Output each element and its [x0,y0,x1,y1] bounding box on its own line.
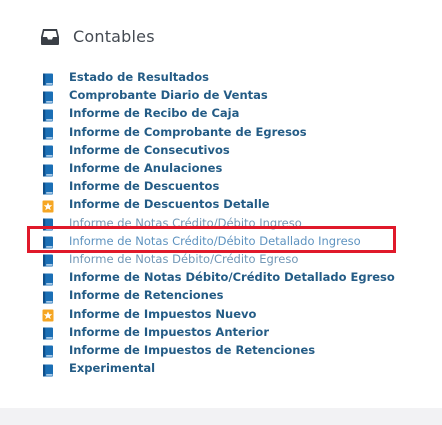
contables-panel: Contables Estado de Resultados Comproban… [0,0,442,408]
report-item[interactable]: Comprobante Diario de Ventas [42,86,395,104]
report-link[interactable]: Informe de Notas Débito/Crédito Egreso [69,252,298,266]
report-item[interactable]: Informe de Recibo de Caja [42,104,395,122]
book-icon [42,343,54,358]
report-link[interactable]: Informe de Impuestos Anterior [69,325,269,339]
report-link[interactable]: Experimental [69,361,155,375]
section-header: Contables [40,27,155,46]
footer-band [0,408,442,425]
report-item-highlighted[interactable]: Informe de Notas Crédito/Débito Detallad… [42,232,395,250]
report-item[interactable]: Informe de Impuestos Anterior [42,323,395,341]
star-icon [42,198,54,213]
report-item[interactable]: Informe de Impuestos de Retenciones [42,341,395,359]
book-icon [42,107,54,122]
report-link[interactable]: Informe de Impuestos de Retenciones [69,343,315,357]
book-icon [42,143,54,158]
book-icon [42,362,54,377]
book-icon [42,180,54,195]
report-item[interactable]: Experimental [42,359,395,377]
book-icon [42,252,54,267]
report-link[interactable]: Informe de Retenciones [69,288,224,302]
report-item[interactable]: Informe de Consecutivos [42,141,395,159]
report-list: Estado de Resultados Comprobante Diario … [42,68,395,377]
book-icon [42,125,54,140]
report-item[interactable]: Informe de Notas Crédito/Débito Ingreso [42,214,395,232]
report-link[interactable]: Informe de Impuestos Nuevo [69,307,256,321]
report-item[interactable]: Estado de Resultados [42,68,395,86]
report-link[interactable]: Informe de Anulaciones [69,161,222,175]
report-item[interactable]: Informe de Descuentos [42,177,395,195]
book-icon [42,89,54,104]
book-icon [42,162,54,177]
report-item[interactable]: Informe de Descuentos Detalle [42,195,395,213]
report-link[interactable]: Informe de Recibo de Caja [69,106,239,120]
report-link[interactable]: Informe de Consecutivos [69,143,230,157]
book-icon [42,271,54,286]
book-icon [42,325,54,340]
report-item[interactable]: Informe de Notas Débito/Crédito Detallad… [42,268,395,286]
report-item[interactable]: Informe de Retenciones [42,286,395,304]
inbox-tray-icon [40,28,60,46]
book-icon [42,234,54,249]
report-item[interactable]: Informe de Impuestos Nuevo [42,304,395,322]
report-link[interactable]: Informe de Comprobante de Egresos [69,125,307,139]
book-icon [42,289,54,304]
report-link[interactable]: Comprobante Diario de Ventas [69,88,268,102]
report-link[interactable]: Informe de Descuentos [69,179,219,193]
report-link[interactable]: Estado de Resultados [69,70,209,84]
report-link[interactable]: Informe de Notas Crédito/Débito Detallad… [69,234,361,248]
report-link[interactable]: Informe de Notas Débito/Crédito Detallad… [69,270,395,284]
book-icon [42,71,54,86]
report-item[interactable]: Informe de Comprobante de Egresos [42,123,395,141]
report-item[interactable]: Informe de Notas Débito/Crédito Egreso [42,250,395,268]
star-icon [42,307,54,322]
report-link[interactable]: Informe de Notas Crédito/Débito Ingreso [69,216,302,230]
report-item[interactable]: Informe de Anulaciones [42,159,395,177]
section-title: Contables [73,27,155,46]
book-icon [42,216,54,231]
report-link[interactable]: Informe de Descuentos Detalle [69,197,270,211]
